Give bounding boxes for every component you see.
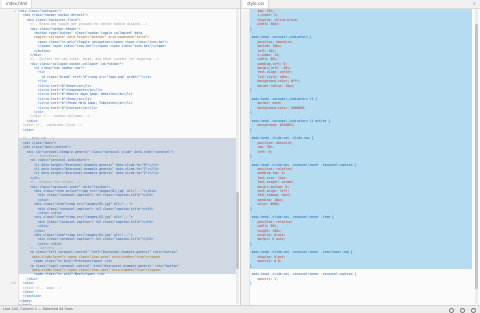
left-tab-bar: index.html [0, 0, 240, 9]
left-vertical-scrollbar[interactable] [236, 9, 239, 304]
status-icons [449, 306, 476, 313]
right-scroll-thumb[interactable] [475, 23, 478, 290]
syntax-icon[interactable] [471, 308, 476, 313]
right-vertical-scrollbar[interactable] [475, 9, 478, 304]
right-line-gutter [241, 9, 250, 306]
status-text: Line 142, Column 1 — Selected 44 lines [3, 307, 73, 311]
settings-icon[interactable] [449, 308, 454, 313]
close-icon[interactable]: × [473, 0, 476, 8]
tab-index-html[interactable]: index.html [2, 0, 33, 8]
tab-label: style.css [247, 1, 265, 6]
tab-label: index.html [6, 1, 28, 6]
right-editor-pane[interactable]: style.css × top: 33%; z-index: 9; displa… [241, 0, 480, 306]
right-tab-bar: style.css × [241, 0, 480, 9]
right-code-area[interactable]: top: 33%; z-index: 9; display: inline-bl… [250, 9, 472, 306]
tab-style-css[interactable]: style.css [243, 0, 270, 8]
left-scroll-thumb[interactable] [236, 191, 239, 269]
indent-icon[interactable] [460, 308, 465, 313]
status-bar: Line 142, Column 1 — Selected 44 lines [0, 305, 480, 313]
left-code-area[interactable]: <div class="container"> <nav class="navb… [19, 9, 236, 306]
editor-window: index.html 1 113 <div class="container"> … [0, 0, 480, 306]
left-editor-pane[interactable]: index.html 1 113 <div class="container"> … [0, 0, 240, 306]
left-line-gutter: 1 113 [0, 9, 19, 306]
